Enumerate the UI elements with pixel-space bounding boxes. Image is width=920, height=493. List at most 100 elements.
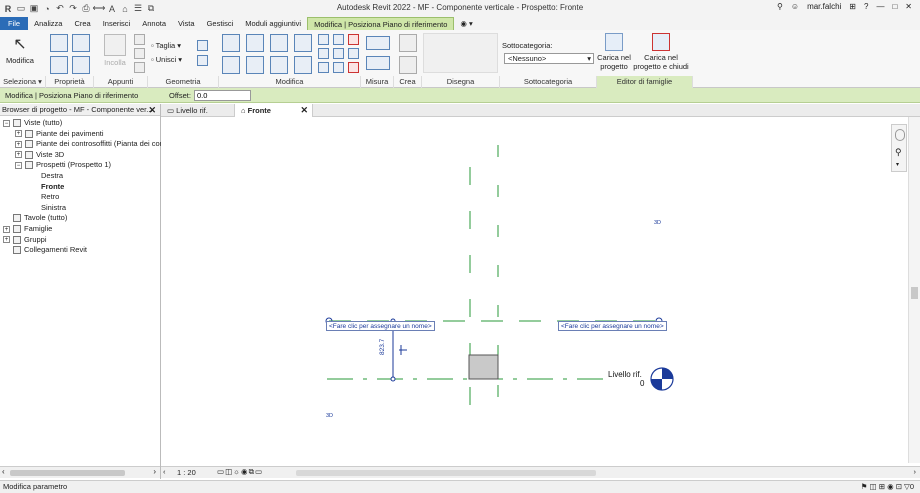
drawing-svg[interactable] (161, 117, 920, 463)
tree-item[interactable]: Sinistra (27, 203, 66, 213)
expand-icon[interactable]: + (15, 130, 22, 138)
geometry-split-icon[interactable] (197, 55, 208, 66)
close-icon[interactable]: ✕ (148, 104, 156, 116)
type-properties-icon[interactable] (72, 34, 90, 52)
create-similar-icon[interactable] (399, 34, 417, 52)
tree-item[interactable]: + Gruppi (3, 235, 47, 245)
view-tab-livello-rif[interactable]: ▭ Livello rif. (161, 104, 235, 117)
panel-seleziona[interactable]: Seleziona ▾ (0, 76, 46, 88)
properties-icon[interactable] (50, 34, 68, 52)
close-icon[interactable]: ✕ (905, 2, 912, 11)
scroll-right-icon[interactable]: › (153, 467, 156, 476)
canvas-vertical-scrollbar[interactable] (908, 117, 920, 463)
redo-icon[interactable]: ↷ (68, 3, 78, 14)
tag-icon[interactable]: A (107, 4, 117, 14)
measure-distance-icon[interactable] (366, 56, 390, 70)
component-element[interactable] (468, 354, 499, 380)
measure-icon[interactable]: ⟷ (93, 3, 106, 14)
ref-plane-name-right[interactable]: <Fare clic per assegnare un nome> (558, 321, 667, 331)
open-icon[interactable]: ▭ (16, 3, 26, 14)
switch-windows-icon[interactable]: ⧉ (146, 3, 156, 14)
unpin-icon[interactable] (348, 34, 359, 45)
tab-file[interactable]: File (0, 17, 29, 30)
copy-icon[interactable] (134, 48, 145, 59)
tree-item[interactable]: Tavole (tutto) (3, 213, 67, 223)
scroll-left-icon[interactable]: ‹ (163, 467, 166, 476)
expand-icon[interactable]: + (3, 236, 10, 244)
print-icon[interactable]: ⎙ (81, 3, 91, 14)
offset-input[interactable] (193, 89, 251, 101)
tree-item[interactable]: + Famiglie (3, 224, 52, 234)
move-icon[interactable] (222, 56, 240, 74)
incolla-button[interactable]: Incolla (104, 34, 126, 67)
view-controls-icons[interactable]: ▭◫☼◉⧉▭ (217, 467, 263, 477)
cart-icon[interactable]: ⊞ (849, 2, 856, 11)
tree-item[interactable]: Fronte (27, 182, 64, 192)
expand-icon[interactable]: + (3, 225, 10, 233)
tab-gestisci[interactable]: Gestisci (201, 17, 240, 30)
undo-icon[interactable]: ↶ (55, 3, 65, 14)
binoculars-icon[interactable]: ⚲ (777, 2, 783, 11)
sync-icon[interactable]: ◔ (42, 4, 52, 14)
tree-item[interactable]: Retro (27, 192, 59, 202)
tree-item[interactable]: Collegamenti Revit (3, 245, 87, 255)
canvas-horizontal-thumb[interactable] (296, 470, 596, 476)
scroll-left-icon[interactable]: ‹ (2, 467, 5, 476)
tree-item[interactable]: Destra (27, 171, 63, 181)
pin-icon[interactable] (348, 48, 359, 59)
tab-inserisci[interactable]: Inserisci (97, 17, 137, 30)
array-icon[interactable] (318, 48, 329, 59)
chevron-down-icon[interactable]: ▾ (896, 161, 899, 168)
rotate-icon[interactable] (270, 56, 288, 74)
trim-single-icon[interactable] (333, 62, 344, 73)
sottocategoria-select[interactable]: <Nessuno> ▾ (504, 53, 594, 64)
minimize-icon[interactable]: — (876, 2, 884, 11)
expand-icon[interactable]: + (15, 140, 22, 148)
match-type-icon[interactable] (134, 62, 145, 73)
view-scale[interactable]: 1 : 20 (177, 468, 196, 477)
family-types-icon[interactable] (50, 56, 68, 74)
tab-analizza[interactable]: Analizza (28, 17, 68, 30)
create-group-icon[interactable] (399, 56, 417, 74)
mirror-axis-icon[interactable] (270, 34, 288, 52)
browser-scroll-thumb[interactable] (10, 470, 125, 476)
browser-horizontal-scrollbar[interactable]: ‹ › (0, 466, 160, 478)
status-right-icons[interactable]: ⚑ ◫ ⊞ ◉ ⊡ ▽0 (861, 481, 914, 493)
collapse-icon[interactable]: − (15, 161, 22, 169)
tab-moduli-aggiuntivi[interactable]: Moduli aggiuntivi (239, 17, 307, 30)
trim-multiple-icon[interactable] (318, 62, 329, 73)
split-icon[interactable] (318, 34, 329, 45)
taglia-button[interactable]: ▫ Taglia ▾ (151, 41, 181, 50)
zoom-icon[interactable]: ⚲ (895, 147, 905, 157)
ref-plane-name-left[interactable]: <Fare clic per assegnare un nome> (326, 321, 435, 331)
carica-e-chiudi-button[interactable]: Carica nel progetto e chiudi (633, 33, 689, 71)
help-icon[interactable]: ? (864, 2, 868, 11)
view-cube-icon[interactable] (895, 129, 905, 141)
tab-overflow-toggle[interactable]: ◉ ▾ (454, 17, 478, 30)
save-icon[interactable]: ▣ (29, 3, 39, 14)
tree-item[interactable]: + Piante dei pavimenti (15, 129, 104, 139)
collapse-icon[interactable]: − (3, 119, 10, 127)
maximize-icon[interactable]: □ (892, 2, 897, 11)
family-category-icon[interactable] (72, 56, 90, 74)
copy-element-icon[interactable] (246, 56, 264, 74)
tree-item[interactable]: + Viste 3D (15, 150, 64, 160)
cut-icon[interactable] (134, 34, 145, 45)
mirror-draw-icon[interactable] (294, 34, 312, 52)
offset-icon[interactable] (246, 34, 264, 52)
tab-crea[interactable]: Crea (68, 17, 96, 30)
level-name[interactable]: Livello rif. (608, 370, 642, 379)
scale-icon[interactable] (333, 48, 344, 59)
delete-icon[interactable] (348, 62, 359, 73)
aligned-dimension-icon[interactable] (366, 36, 390, 50)
thin-lines-icon[interactable]: ☰ (133, 3, 143, 14)
drawing-canvas[interactable]: <Fare clic per assegnare un nome> <Fare … (161, 117, 920, 463)
level-value[interactable]: 0 (640, 379, 644, 388)
split-gap-icon[interactable] (333, 34, 344, 45)
geometry-join-icon[interactable] (197, 40, 208, 51)
tree-item[interactable]: − Prospetti (Prospetto 1) (15, 160, 111, 170)
revit-logo-icon[interactable]: R (3, 4, 13, 14)
carica-nel-progetto-button[interactable]: Carica nel progetto (597, 33, 631, 71)
expand-icon[interactable]: + (15, 151, 22, 159)
unisci-button[interactable]: ▫ Unisci ▾ (151, 55, 182, 64)
